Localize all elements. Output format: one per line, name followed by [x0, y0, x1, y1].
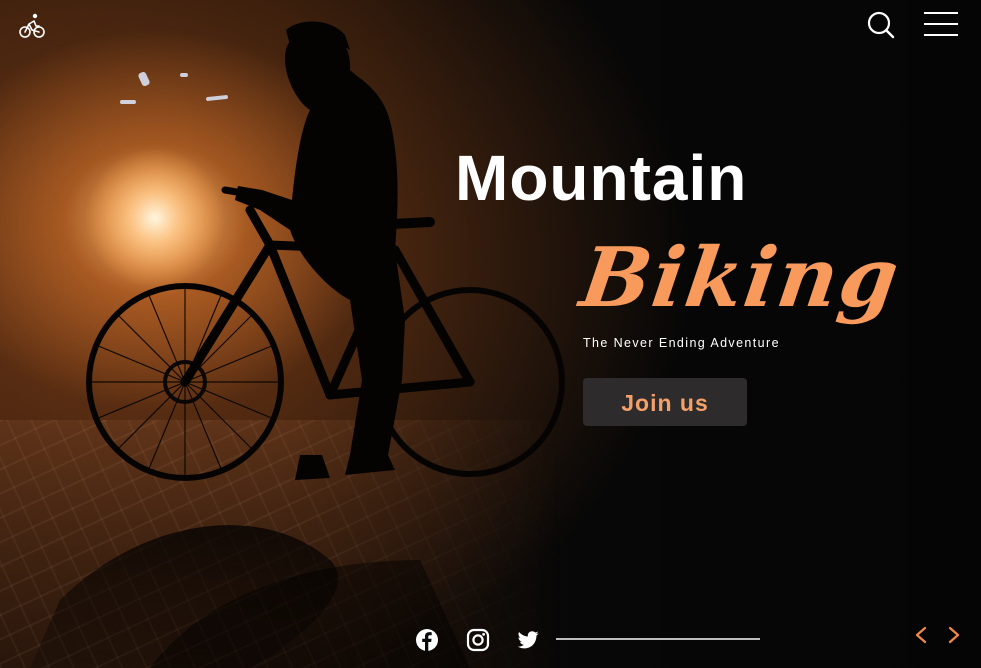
hero-title-line1: Mountain — [455, 142, 748, 214]
menu-bar-middle — [924, 23, 958, 25]
cyclist-silhouette-image — [30, 21, 565, 668]
menu-bar-bottom — [924, 34, 958, 36]
search-icon[interactable] — [866, 10, 896, 40]
hero-title-line2: Biking — [575, 230, 906, 326]
bicycle-rider-icon[interactable] — [18, 12, 46, 40]
hero-section: Mountain Biking The Never Ending Adventu… — [0, 0, 981, 668]
chevron-right-icon[interactable] — [944, 624, 964, 646]
join-us-button[interactable]: Join us — [583, 378, 747, 426]
chevron-left-icon[interactable] — [911, 624, 931, 646]
facebook-icon[interactable] — [414, 627, 440, 653]
twitter-icon[interactable] — [515, 627, 541, 653]
footer-divider-line — [556, 638, 760, 640]
hamburger-menu-icon[interactable] — [922, 12, 960, 38]
menu-bar-top — [924, 12, 958, 14]
hero-tagline: The Never Ending Adventure — [583, 336, 780, 350]
instagram-icon[interactable] — [465, 627, 491, 653]
